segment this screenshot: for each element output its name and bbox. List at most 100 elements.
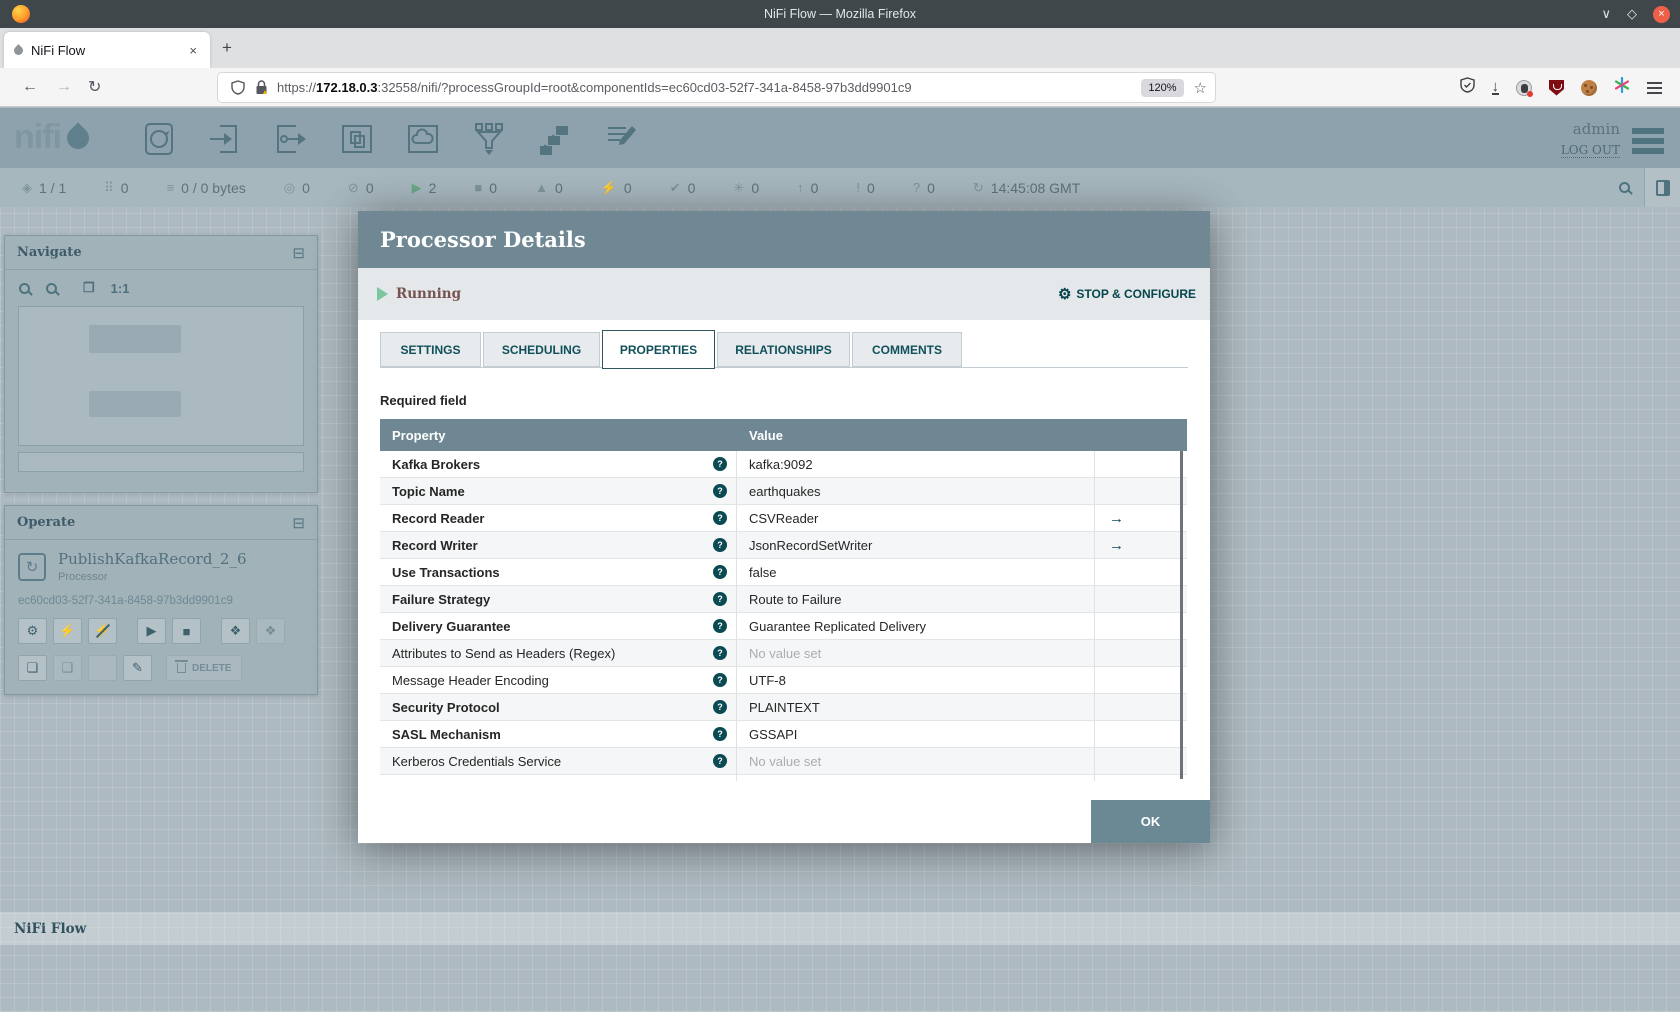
minimize-icon[interactable]: ∨ — [1601, 6, 1611, 22]
forward-button[interactable]: → — [56, 78, 72, 96]
table-row[interactable]: Failure Strategy? Route to Failure — [380, 586, 1187, 613]
processor-details-dialog: Processor Details Running ⚙ STOP & CONFI… — [358, 211, 1210, 843]
help-icon[interactable]: ? — [713, 727, 727, 741]
stop-and-configure-button[interactable]: ⚙ STOP & CONFIGURE — [1058, 285, 1196, 303]
breadcrumb[interactable]: NiFi Flow — [14, 921, 86, 937]
collapse-operate-icon[interactable]: ⊟ — [292, 514, 305, 532]
table-row[interactable]: Record Writer? JsonRecordSetWriter → — [380, 532, 1187, 559]
cookie-extension-icon[interactable] — [1581, 79, 1597, 96]
tab-comments[interactable]: COMMENTS — [852, 332, 962, 367]
tab-scheduling[interactable]: SCHEDULING — [483, 332, 600, 367]
lock-icon[interactable] — [255, 80, 268, 95]
table-row[interactable]: SASL Mechanism? GSSAPI — [380, 721, 1187, 748]
stop-button[interactable]: ■ — [172, 618, 201, 644]
table-row[interactable]: Topic Name? earthquakes — [380, 478, 1187, 505]
help-icon[interactable]: ? — [713, 457, 727, 471]
input-port-component-icon[interactable] — [206, 120, 244, 158]
paste-button[interactable]: ❏ — [53, 655, 82, 681]
go-to-service-icon[interactable]: → — [1109, 510, 1124, 527]
ungroup-button[interactable]: ❖ — [256, 618, 285, 644]
help-icon[interactable]: ? — [713, 754, 727, 768]
table-row[interactable]: Attributes to Send as Headers (Regex)? N… — [380, 640, 1187, 667]
up-to-date-icon: ✔ — [669, 179, 681, 195]
colorful-extension-icon[interactable] — [1614, 76, 1630, 98]
table-row[interactable]: Kafka Brokers? kafka:9092 — [380, 451, 1187, 478]
global-menu-icon[interactable] — [1632, 124, 1664, 158]
configure-button[interactable]: ⚙ — [18, 618, 47, 644]
zoom-fit-icon[interactable]: ❒ — [83, 280, 95, 296]
page-zoom-badge[interactable]: 120% — [1141, 78, 1184, 97]
help-icon[interactable]: ? — [713, 619, 727, 633]
logout-link[interactable]: LOG OUT — [1560, 143, 1620, 158]
process-group-component-icon[interactable] — [338, 120, 376, 158]
help-icon[interactable]: ? — [713, 565, 727, 579]
help-icon[interactable]: ? — [713, 511, 727, 525]
zoom-out-icon[interactable] — [46, 282, 57, 294]
table-row[interactable]: Kerberos Credentials Service? No value s… — [380, 748, 1187, 775]
property-name: Record Reader — [392, 510, 485, 526]
color-button[interactable] — [88, 655, 117, 681]
ok-button[interactable]: OK — [1091, 800, 1210, 843]
property-name: Failure Strategy — [392, 591, 491, 607]
operate-title: Operate — [17, 515, 76, 530]
birdseye-map[interactable] — [18, 306, 304, 446]
group-button[interactable]: ❖ — [221, 618, 250, 644]
help-icon[interactable]: ? — [713, 592, 727, 606]
browser-tab[interactable]: NiFi Flow × — [4, 32, 210, 68]
menu-icon[interactable] — [1647, 79, 1662, 97]
help-icon[interactable]: ? — [713, 700, 727, 714]
downloads-icon[interactable]: ↓ — [1491, 79, 1499, 95]
collapse-navigate-icon[interactable]: ⊟ — [292, 244, 305, 262]
enable-button[interactable]: ⚡ — [53, 618, 82, 644]
new-tab-button[interactable]: + — [222, 38, 232, 58]
zoom-in-icon[interactable] — [19, 282, 30, 294]
label-component-icon[interactable] — [602, 120, 640, 158]
bookmark-star-icon[interactable]: ☆ — [1194, 79, 1207, 97]
help-icon[interactable]: ? — [713, 484, 727, 498]
reload-button[interactable]: ↻ — [88, 77, 101, 97]
table-row[interactable]: Record Reader? CSVReader → — [380, 505, 1187, 532]
zoom-actual-icon[interactable]: 1:1 — [111, 281, 130, 296]
screen: NiFi Flow — Mozilla Firefox ∨ ◇ × NiFi F… — [0, 0, 1680, 1012]
funnel-component-icon[interactable] — [470, 120, 508, 158]
help-icon[interactable]: ? — [713, 673, 727, 687]
output-port-component-icon[interactable] — [272, 120, 310, 158]
tab-properties[interactable]: PROPERTIES — [602, 330, 715, 369]
close-window-icon[interactable]: × — [1653, 5, 1670, 23]
refresh-icon[interactable]: ↻ — [973, 180, 984, 196]
remote-process-group-component-icon[interactable] — [404, 120, 442, 158]
tab-settings[interactable]: SETTINGS — [380, 332, 481, 367]
help-icon[interactable]: ? — [713, 646, 727, 660]
table-row[interactable]: Message Header Encoding? UTF-8 — [380, 667, 1187, 694]
table-row[interactable]: Security Protocol? PLAINTEXT — [380, 694, 1187, 721]
browser-navbar: ← → ↻ https://172.18.0.3:32558/nifi/?pro… — [0, 68, 1680, 107]
pocket-shield-icon[interactable] — [1459, 77, 1475, 98]
help-icon[interactable]: ? — [713, 538, 727, 552]
extension-icon[interactable] — [1516, 79, 1533, 97]
processor-badge-icon: ↻ — [18, 552, 46, 581]
close-tab-icon[interactable]: × — [186, 43, 200, 58]
template-component-icon[interactable] — [536, 120, 574, 158]
start-button[interactable]: ▶ — [137, 618, 166, 644]
copy-button[interactable]: ❏ — [18, 655, 47, 681]
table-scrollbar[interactable] — [1180, 451, 1183, 779]
maximize-icon[interactable]: ◇ — [1627, 6, 1637, 22]
back-button[interactable]: ← — [22, 78, 38, 96]
table-row[interactable]: Use Transactions? false — [380, 559, 1187, 586]
right-panel-toggle[interactable] — [1644, 168, 1680, 207]
url-text[interactable]: https://172.18.0.3:32558/nifi/?processGr… — [277, 80, 1141, 95]
delete-button[interactable]: DELETE — [166, 655, 243, 681]
processor-component-icon[interactable] — [140, 120, 178, 158]
operate-panel: Operate ⊟ ↻ PublishKafkaRecord_2_6 Proce… — [4, 505, 318, 695]
go-to-service-icon[interactable]: → — [1109, 537, 1124, 554]
tracking-shield-icon[interactable] — [231, 80, 245, 95]
disable-button[interactable]: ⚡ — [88, 618, 117, 644]
search-icon[interactable] — [1619, 182, 1630, 193]
brush-button[interactable]: ✎ — [123, 655, 152, 681]
table-row[interactable]: Delivery Guarantee? Guarantee Replicated… — [380, 613, 1187, 640]
url-host: 172.18.0.3 — [316, 80, 378, 95]
tab-relationships[interactable]: RELATIONSHIPS — [717, 332, 850, 367]
url-bar[interactable]: https://172.18.0.3:32558/nifi/?processGr… — [218, 73, 1215, 102]
ublock-icon[interactable] — [1549, 79, 1564, 96]
table-row-clipped[interactable]: ? No value set — [380, 775, 1187, 781]
